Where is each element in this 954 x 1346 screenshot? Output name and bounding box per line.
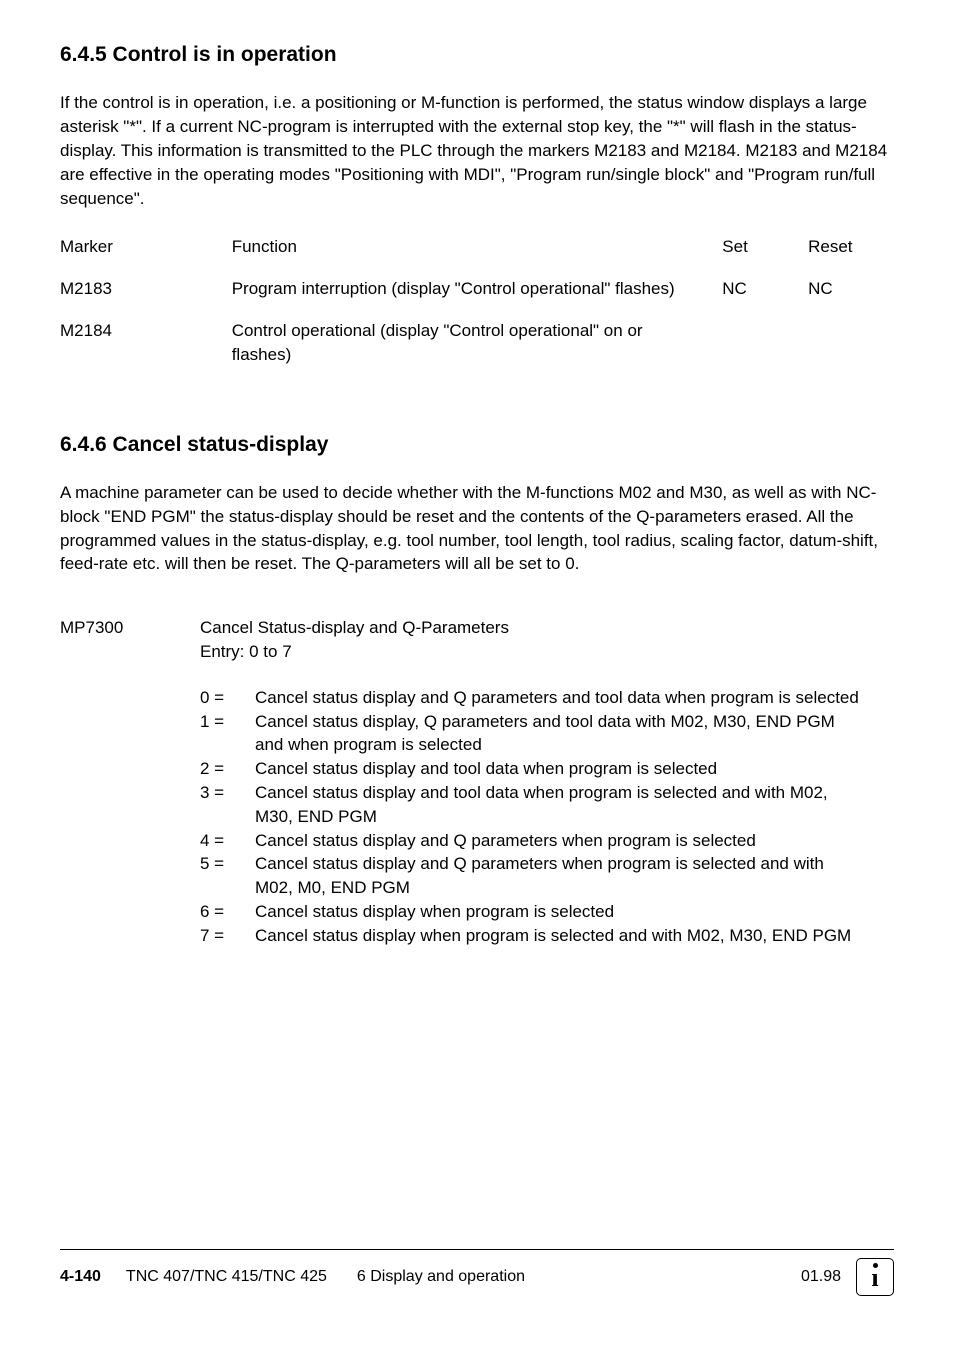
entry-num: 0 =: [200, 686, 255, 710]
cell-marker: M2184: [60, 319, 232, 385]
entry-list: 0 = Cancel status display and Q paramete…: [200, 686, 894, 948]
mp-label: MP7300: [60, 616, 200, 947]
entry-num: 5 =: [200, 852, 255, 900]
cell-set: [722, 319, 808, 385]
footer-model: TNC 407/TNC 415/TNC 425: [126, 1266, 327, 1288]
footer-section: 6 Display and operation: [357, 1266, 801, 1288]
table-row: M2183 Program interruption (display "Con…: [60, 277, 894, 319]
entry-desc: Cancel status display and tool data when…: [255, 781, 894, 829]
entry-desc: Cancel status display and tool data when…: [255, 757, 894, 781]
section-646-paragraph: A machine parameter can be used to decid…: [60, 481, 894, 576]
table-header-set: Set: [722, 235, 808, 277]
cell-set: NC: [722, 277, 808, 319]
cell-reset: NC: [808, 277, 894, 319]
list-item: 6 = Cancel status display when program i…: [200, 900, 894, 924]
mp-entry: Entry: 0 to 7: [200, 640, 894, 664]
entry-desc: Cancel status display and Q parameters w…: [255, 829, 894, 853]
entry-num: 3 =: [200, 781, 255, 829]
cell-function: Program interruption (display "Control o…: [232, 277, 723, 319]
mp-title: Cancel Status-display and Q-Parameters: [200, 616, 894, 640]
list-item: 3 = Cancel status display and tool data …: [200, 781, 894, 829]
section-645-paragraph: If the control is in operation, i.e. a p…: [60, 91, 894, 210]
info-icon: ı: [856, 1258, 894, 1296]
list-item: 5 = Cancel status display and Q paramete…: [200, 852, 894, 900]
marker-table: Marker Function Set Reset M2183 Program …: [60, 235, 894, 384]
section-heading-645: 6.4.5 Control is in operation: [60, 40, 894, 69]
entry-num: 7 =: [200, 924, 255, 948]
entry-desc: Cancel status display and Q parameters a…: [255, 686, 894, 710]
list-item: 1 = Cancel status display, Q parameters …: [200, 710, 894, 758]
page-footer: 4-140 TNC 407/TNC 415/TNC 425 6 Display …: [60, 1249, 894, 1296]
list-item: 7 = Cancel status display when program i…: [200, 924, 894, 948]
table-header-reset: Reset: [808, 235, 894, 277]
list-item: 2 = Cancel status display and tool data …: [200, 757, 894, 781]
table-row: M2184 Control operational (display "Cont…: [60, 319, 894, 385]
entry-num: 4 =: [200, 829, 255, 853]
list-item: 4 = Cancel status display and Q paramete…: [200, 829, 894, 853]
list-item: 0 = Cancel status display and Q paramete…: [200, 686, 894, 710]
entry-num: 2 =: [200, 757, 255, 781]
footer-page-number: 4-140: [60, 1266, 101, 1288]
mp-block: MP7300 Cancel Status-display and Q-Param…: [60, 616, 894, 947]
table-header-function: Function: [232, 235, 723, 277]
entry-desc: Cancel status display and Q parameters w…: [255, 852, 894, 900]
footer-date: 01.98: [801, 1266, 841, 1288]
cell-function: Control operational (display "Control op…: [232, 319, 723, 385]
entry-desc: Cancel status display, Q parameters and …: [255, 710, 894, 758]
entry-desc: Cancel status display when program is se…: [255, 900, 894, 924]
entry-num: 6 =: [200, 900, 255, 924]
table-header-marker: Marker: [60, 235, 232, 277]
info-icon-glyph: ı: [871, 1265, 878, 1291]
entry-desc: Cancel status display when program is se…: [255, 924, 894, 948]
cell-reset: [808, 319, 894, 385]
cell-marker: M2183: [60, 277, 232, 319]
section-heading-646: 6.4.6 Cancel status-display: [60, 430, 894, 459]
entry-num: 1 =: [200, 710, 255, 758]
